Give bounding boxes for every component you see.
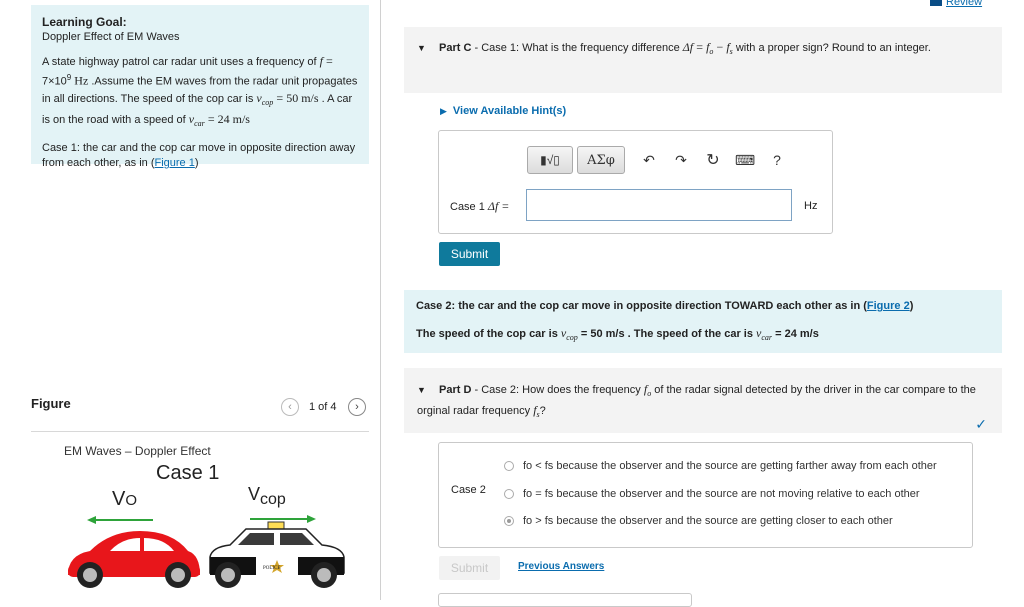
figure-caption: EM Waves – Doppler Effect xyxy=(64,444,211,458)
learning-goal-title: Doppler Effect of EM Waves xyxy=(42,31,180,43)
learning-goal-panel: Learning Goal: Doppler Effect of EM Wave… xyxy=(31,5,369,169)
figure-label: Figure xyxy=(31,396,71,411)
part-c-submit-button[interactable]: Submit xyxy=(439,242,500,266)
keyboard-icon: ⌨ xyxy=(734,151,756,168)
doppler-figure xyxy=(68,515,345,588)
part-c-header: ▼ Part C - Case 1: What is the frequency… xyxy=(404,27,1002,93)
undo-icon: ↶ xyxy=(643,151,655,168)
learning-goal-heading: Learning Goal: xyxy=(42,15,127,29)
collapse-triangle-icon[interactable]: ▼ xyxy=(417,43,426,53)
part-d-options: Case 2 fo < fs because the observer and … xyxy=(438,442,973,548)
part-d-header: ▼ Part D - Case 2: How does the frequenc… xyxy=(404,368,1002,433)
option-radio-1[interactable] xyxy=(504,461,514,471)
undo-button[interactable]: ↶ xyxy=(637,147,661,173)
next-part-box xyxy=(438,593,692,607)
part-c-label: Part C xyxy=(438,42,472,54)
figure-divider xyxy=(31,431,369,432)
chevron-right-icon: › xyxy=(355,401,359,413)
templates-button[interactable]: ▮√▯ xyxy=(527,146,573,174)
figure-pager: 1 of 4 xyxy=(309,401,337,413)
correct-check-icon: ✓ xyxy=(975,416,987,432)
review-link[interactable]: Review xyxy=(930,0,982,8)
templates-icon: ▮√▯ xyxy=(540,153,560,167)
redo-button[interactable]: ↷ xyxy=(669,147,693,173)
part-d-label: Part D xyxy=(438,384,472,396)
column-divider xyxy=(380,0,381,600)
figure-1-link[interactable]: Figure 1 xyxy=(155,157,195,169)
part-d-submit-button[interactable]: Submit xyxy=(439,556,500,580)
option-radio-3[interactable] xyxy=(504,516,514,526)
part-d-question: Case 2: How does the frequency fo of the… xyxy=(417,382,976,420)
book-icon xyxy=(930,0,942,6)
part-c-question: Case 1: What is the frequency difference… xyxy=(481,40,931,57)
keyboard-button[interactable]: ⌨ xyxy=(733,147,757,173)
figure-case-title: Case 1 xyxy=(156,462,220,484)
vo-arrow xyxy=(87,516,153,524)
caret-right-icon: ▶ xyxy=(440,106,447,116)
police-car xyxy=(209,521,345,588)
chevron-left-icon: ‹ xyxy=(288,401,292,413)
option-label-3[interactable]: fo > fs because the observer and the sou… xyxy=(523,515,893,527)
help-button[interactable]: ? xyxy=(765,147,789,173)
collapse-triangle-icon[interactable]: ▼ xyxy=(417,385,426,395)
case1-input-label: Case 1 Δf = xyxy=(450,199,510,213)
view-hints-link[interactable]: ▶ View Available Hint(s) xyxy=(440,105,566,117)
option-label-1[interactable]: fo < fs because the observer and the sou… xyxy=(523,460,937,472)
next-figure-button[interactable]: › xyxy=(348,398,366,416)
review-label[interactable]: Review xyxy=(946,0,982,8)
redo-icon: ↷ xyxy=(675,151,687,168)
prev-figure-button[interactable]: ‹ xyxy=(281,398,299,416)
greek-symbols-button[interactable]: ΑΣφ xyxy=(577,146,625,174)
reset-icon: ↻ xyxy=(706,152,720,169)
option-label-2[interactable]: fo = fs because the observer and the sou… xyxy=(523,488,920,500)
greek-icon: ΑΣφ xyxy=(587,152,615,168)
case2-label: Case 2 xyxy=(451,484,486,496)
help-icon: ? xyxy=(773,152,781,168)
unit-label: Hz xyxy=(804,200,818,212)
case2-info-panel: Case 2: the car and the cop car move in … xyxy=(404,290,1002,353)
case2-line2: The speed of the cop car is vcop = 50 m/… xyxy=(416,326,819,343)
case2-line1: Case 2: the car and the cop car move in … xyxy=(416,300,914,312)
reset-button[interactable]: ↻ xyxy=(701,147,725,173)
police-label: POLICE xyxy=(263,566,281,571)
goal-description: A state highway patrol car radar unit us… xyxy=(42,54,358,129)
case1-answer-input[interactable] xyxy=(526,189,792,221)
previous-answers-link[interactable]: Previous Answers xyxy=(518,561,604,572)
case1-description: Case 1: the car and the cop car move in … xyxy=(42,142,356,170)
math-toolbar: ▮√▯ ΑΣφ ↶ ↷ ↻ ⌨ ? xyxy=(527,145,789,175)
figure-2-link[interactable]: Figure 2 xyxy=(867,300,910,312)
option-radio-2[interactable] xyxy=(504,489,514,499)
red-car xyxy=(68,531,200,588)
